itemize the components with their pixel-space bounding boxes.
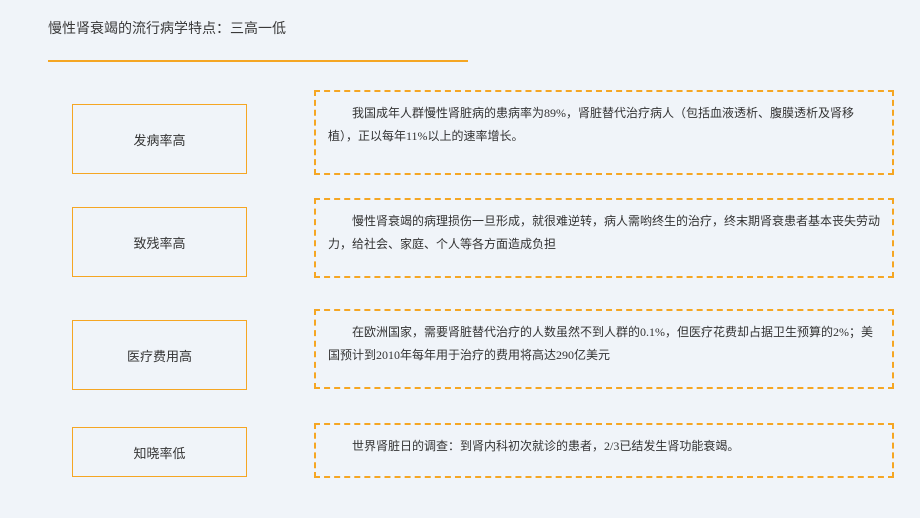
desc-awareness: 世界肾脏日的调查：到肾内科初次就诊的患者，2/3已结发生肾功能衰竭。 — [328, 439, 739, 453]
label-incidence: 发病率高 — [133, 130, 185, 149]
label-disability: 致残率高 — [133, 233, 185, 252]
label-box-disability: 致残率高 — [72, 207, 247, 277]
desc-box-incidence: 我国成年人群慢性肾脏病的患病率为89%，肾脏替代治疗病人（包括血液透析、腹膜透析… — [314, 90, 894, 175]
label-awareness: 知晓率低 — [133, 443, 185, 462]
desc-cost: 在欧洲国家，需要肾脏替代治疗的人数虽然不到人群的0.1%，但医疗花费却占据卫生预… — [328, 325, 873, 362]
label-box-cost: 医疗费用高 — [72, 320, 247, 390]
label-cost: 医疗费用高 — [127, 346, 192, 365]
label-box-awareness: 知晓率低 — [72, 427, 247, 477]
desc-incidence: 我国成年人群慢性肾脏病的患病率为89%，肾脏替代治疗病人（包括血液透析、腹膜透析… — [328, 106, 854, 143]
desc-box-awareness: 世界肾脏日的调查：到肾内科初次就诊的患者，2/3已结发生肾功能衰竭。 — [314, 423, 894, 478]
page-title: 慢性肾衰竭的流行病学特点：三高一低 — [48, 18, 286, 38]
desc-box-cost: 在欧洲国家，需要肾脏替代治疗的人数虽然不到人群的0.1%，但医疗花费却占据卫生预… — [314, 309, 894, 389]
desc-box-disability: 慢性肾衰竭的病理损伤一旦形成，就很难逆转，病人需哟终生的治疗，终末期肾衰患者基本… — [314, 198, 894, 278]
desc-disability: 慢性肾衰竭的病理损伤一旦形成，就很难逆转，病人需哟终生的治疗，终末期肾衰患者基本… — [328, 214, 880, 251]
title-underline — [48, 60, 468, 62]
label-box-incidence: 发病率高 — [72, 104, 247, 174]
